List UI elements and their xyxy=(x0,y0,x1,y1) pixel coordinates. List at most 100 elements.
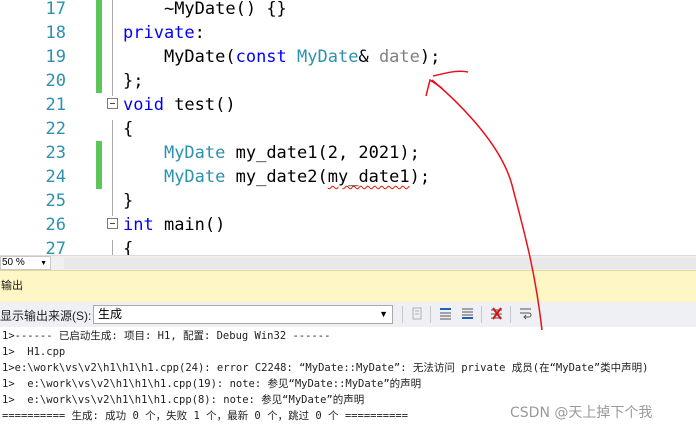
code-text: }; xyxy=(123,69,143,93)
code-line[interactable]: 20}; xyxy=(0,69,696,93)
change-indicator xyxy=(96,165,102,189)
code-line[interactable]: 19 MyDate(const MyDate& date); xyxy=(0,45,696,69)
code-text: ~MyDate() {} xyxy=(123,0,287,21)
output-toolbar: 显示输出来源(S): 生成 ▼ xyxy=(0,302,696,328)
toolbar-separator xyxy=(481,306,482,323)
toolbar-separator xyxy=(430,306,431,323)
code-token: test() xyxy=(163,95,236,115)
code-token: MyDate xyxy=(163,143,226,163)
code-token: date xyxy=(378,47,420,67)
code-token: : xyxy=(194,23,205,43)
code-text: private: xyxy=(123,21,205,45)
code-token: MyDate xyxy=(297,47,359,67)
code-text: MyDate my_date1(2, 2021); xyxy=(123,141,420,165)
clear-output-icon[interactable] xyxy=(409,306,426,323)
code-line[interactable]: 27 { xyxy=(0,237,696,255)
change-indicator xyxy=(96,21,102,45)
line-number: 25 xyxy=(45,191,66,211)
code-line[interactable]: 22 { xyxy=(0,117,696,141)
code-token: void xyxy=(123,95,164,115)
clear-all-icon[interactable] xyxy=(488,306,505,323)
code-text: MyDate(const MyDate& date); xyxy=(123,45,440,69)
output-panel-title: 输出 xyxy=(0,270,696,302)
code-token: MyDate xyxy=(163,167,226,187)
output-source-select[interactable]: 生成 ▼ xyxy=(93,305,393,324)
prev-message-icon[interactable] xyxy=(437,306,454,323)
output-title-text: 输出 xyxy=(1,280,23,292)
output-line: 1> e:\work\vs\v2\h1\h1\h1.cpp(8): note: … xyxy=(2,394,365,406)
line-number: 21 xyxy=(45,95,66,115)
output-source-value: 生成 xyxy=(98,307,123,321)
code-text: MyDate my_date2(my_date1); xyxy=(123,165,430,189)
code-token: ); xyxy=(419,47,441,67)
code-editor[interactable]: 17 ~MyDate() {} 18 private: 19 MyDate(const… xyxy=(0,0,696,255)
code-line[interactable]: 24 MyDate my_date2(my_date1); xyxy=(0,165,696,189)
line-number: 27 xyxy=(45,239,66,255)
code-token: my_date1 xyxy=(327,167,410,187)
code-line[interactable]: 17 ~MyDate() {} xyxy=(0,0,696,21)
code-token: my_date1(2, 2021); xyxy=(225,143,420,163)
output-line: 1> H1.cpp xyxy=(2,346,66,358)
word-wrap-icon[interactable] xyxy=(517,306,534,323)
output-line: 1>e:\work\vs\v2\h1\h1\h1.cpp(24): error … xyxy=(2,362,649,374)
output-line: ========== 生成: 成功 0 个，失败 1 个，最新 0 个，跳过 0… xyxy=(2,410,409,422)
code-line[interactable]: 18 private: xyxy=(0,21,696,45)
code-token: ); xyxy=(409,167,431,187)
code-token: MyDate( xyxy=(123,47,236,67)
outline-guide xyxy=(112,240,113,255)
code-token: const xyxy=(235,47,287,67)
code-token: MyDate xyxy=(174,0,236,19)
line-number: 19 xyxy=(45,47,66,67)
code-token: private xyxy=(123,23,195,43)
line-number: 23 xyxy=(45,143,66,163)
next-message-icon[interactable] xyxy=(459,306,476,323)
outline-guide xyxy=(112,120,113,216)
code-token: int xyxy=(123,215,154,235)
line-number: 20 xyxy=(45,71,66,91)
collapse-icon[interactable] xyxy=(107,98,118,109)
toolbar-separator xyxy=(402,306,403,323)
code-token: { xyxy=(123,239,134,255)
horizontal-scrollbar[interactable] xyxy=(64,258,696,269)
zoom-value: 50 % xyxy=(2,257,25,268)
code-token: () {} xyxy=(235,0,287,19)
code-token: { xyxy=(123,119,134,139)
code-line[interactable]: 26 int main() xyxy=(0,213,696,237)
code-token: } xyxy=(123,191,134,211)
output-line: 1> e:\work\vs\v2\h1\h1\h1.cpp(19): note:… xyxy=(2,378,422,390)
chevron-down-icon: ▼ xyxy=(379,309,388,319)
line-number: 17 xyxy=(45,0,66,19)
editor-status-bar: 50 % ▼ xyxy=(0,255,696,271)
code-text: int main() xyxy=(123,213,225,237)
line-number: 26 xyxy=(45,215,66,235)
change-indicator xyxy=(96,141,102,165)
code-token: }; xyxy=(123,71,144,91)
code-token: main() xyxy=(153,215,226,235)
code-line[interactable]: 21 void test() xyxy=(0,93,696,117)
code-token: my_date2( xyxy=(225,167,328,187)
collapse-icon[interactable] xyxy=(107,218,118,229)
change-indicator xyxy=(96,69,102,93)
toolbar-separator xyxy=(510,306,511,323)
watermark: CSDN @天上掉下个我 xyxy=(510,405,653,421)
code-text: { xyxy=(123,117,133,141)
code-text: void test() xyxy=(123,93,236,117)
code-token: & xyxy=(358,47,379,67)
line-number: 18 xyxy=(45,23,66,43)
change-indicator xyxy=(96,0,102,21)
line-number: 24 xyxy=(45,167,66,187)
chevron-down-icon: ▼ xyxy=(40,260,47,267)
code-line[interactable]: 25} xyxy=(0,189,696,213)
code-text: } xyxy=(123,189,133,213)
output-source-label: 显示输出来源(S): xyxy=(0,309,92,323)
change-indicator xyxy=(96,45,102,69)
line-number: 22 xyxy=(45,119,66,139)
code-line[interactable]: 23 MyDate my_date1(2, 2021); xyxy=(0,141,696,165)
output-line: 1>------ 已启动生成: 项目: H1, 配置: Debug Win32 … xyxy=(2,330,331,342)
outline-guide xyxy=(112,0,113,96)
zoom-dropdown[interactable]: 50 % ▼ xyxy=(0,256,51,270)
code-text: { xyxy=(123,237,133,255)
